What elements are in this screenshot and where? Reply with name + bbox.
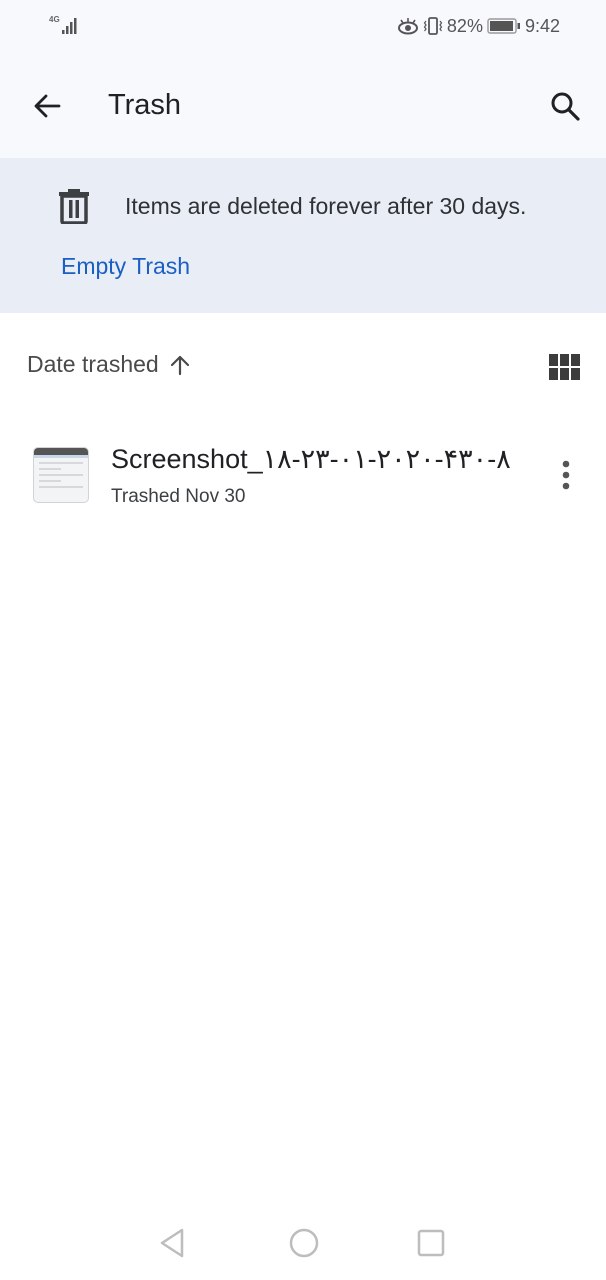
more-vert-icon — [562, 460, 570, 490]
home-circle-icon[interactable] — [288, 1227, 320, 1259]
empty-trash-button[interactable]: Empty Trash — [61, 251, 190, 281]
vibrate-icon — [423, 17, 443, 35]
banner-message: Items are deleted forever after 30 days. — [125, 193, 527, 219]
search-icon — [551, 92, 580, 121]
status-icons: 82% 9:42 — [397, 13, 560, 39]
trash-info-banner: Items are deleted forever after 30 days.… — [0, 158, 606, 313]
eye-comfort-icon — [397, 18, 418, 35]
battery-percent: 82% — [446, 15, 483, 36]
battery-icon — [487, 18, 520, 34]
status-bar: 4G 82% 9:42 — [0, 0, 606, 52]
file-list-item[interactable]: Screenshot_٢٠٢٠-٠١-٢٣-١٨-۴٨-٣٠ Trashed N… — [0, 430, 606, 520]
sort-label: Date trashed — [27, 351, 159, 377]
trash-can-icon — [59, 189, 89, 224]
sort-button[interactable]: Date trashed — [27, 351, 191, 378]
file-trashed-date: Trashed Nov 30 — [111, 486, 246, 507]
file-name: Screenshot_٢٠٢٠-٠١-٢٣-١٨-۴٨-٣٠ — [111, 444, 511, 474]
grid-view-icon[interactable] — [548, 353, 582, 381]
screenshot-thumbnail — [33, 447, 89, 503]
search-button[interactable] — [546, 87, 584, 125]
sort-bar: Date trashed — [0, 313, 606, 423]
back-triangle-icon[interactable] — [158, 1227, 188, 1259]
more-options-button[interactable] — [550, 455, 582, 495]
arrow-left-icon — [34, 94, 61, 118]
signal-icon: 4G — [49, 15, 77, 34]
recents-square-icon[interactable] — [417, 1229, 445, 1257]
network-type: 4G — [49, 15, 60, 24]
arrow-up-icon — [170, 355, 189, 375]
clock: 9:42 — [524, 15, 560, 36]
app-bar: Trash — [0, 52, 606, 158]
back-button[interactable] — [28, 87, 66, 125]
system-nav-bar — [0, 1205, 606, 1280]
page-title: Trash — [108, 89, 182, 121]
